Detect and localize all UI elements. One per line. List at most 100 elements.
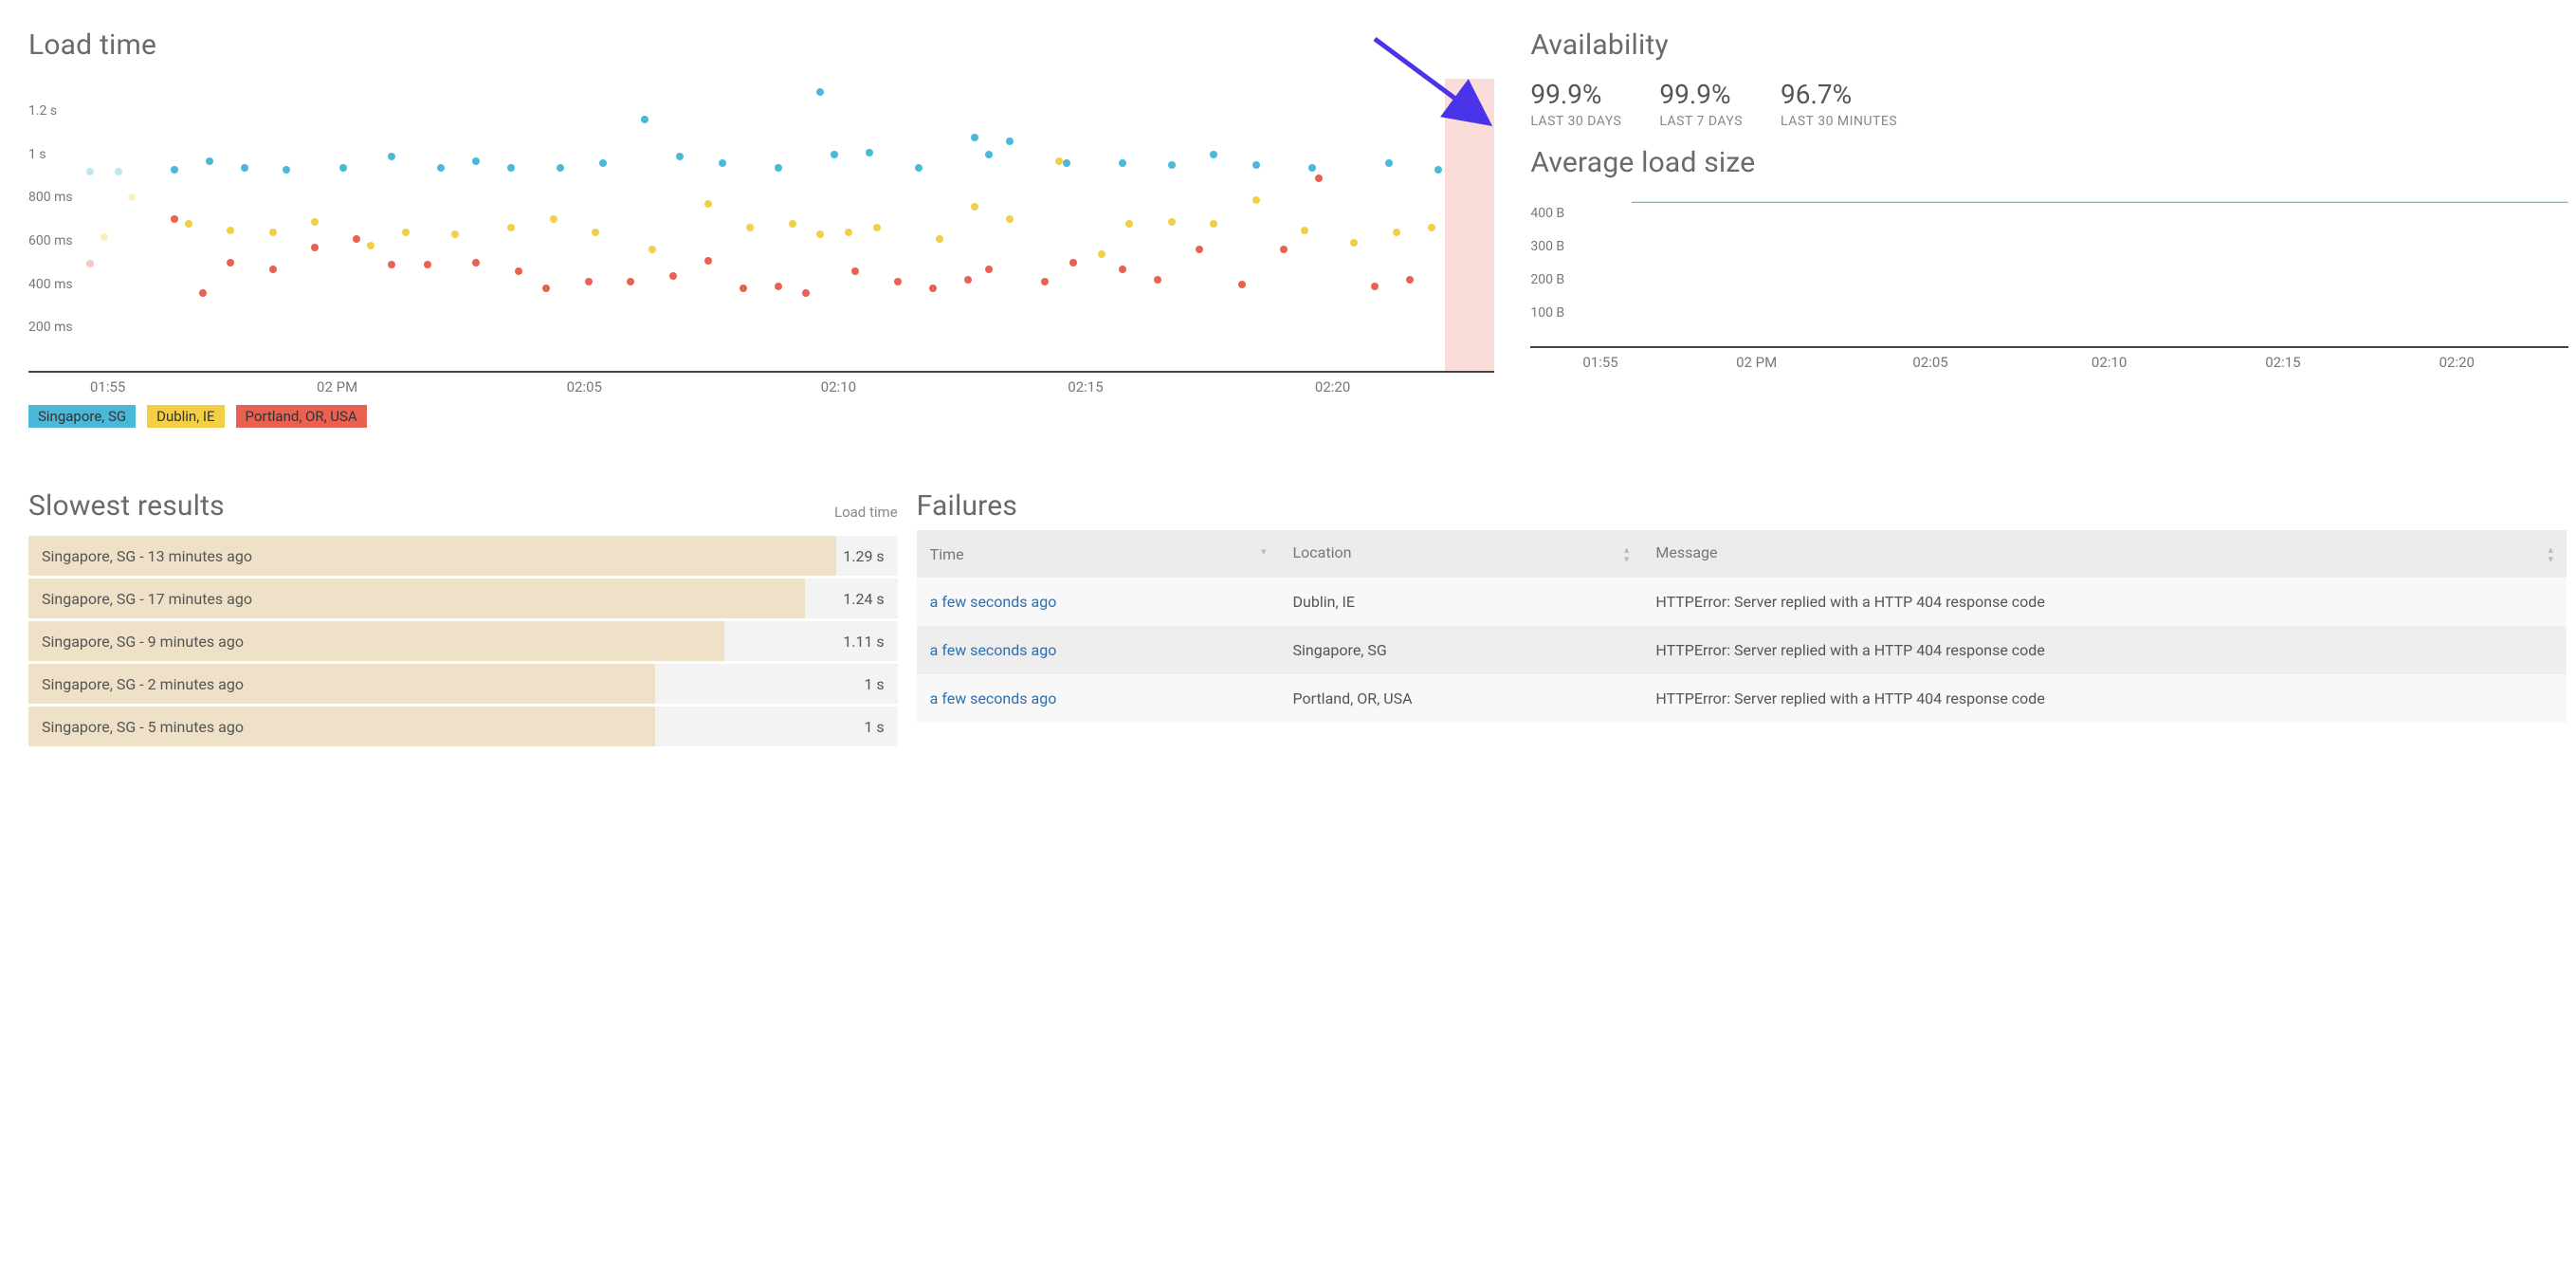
- data-point[interactable]: [388, 261, 395, 268]
- data-point[interactable]: [437, 164, 445, 172]
- load-time-chart[interactable]: 1.2 s1 s800 ms600 ms400 ms200 ms: [28, 79, 1494, 373]
- data-point[interactable]: [227, 259, 234, 266]
- failures-row[interactable]: a few seconds agoPortland, OR, USAHTTPEr…: [917, 674, 2567, 723]
- data-point[interactable]: [199, 289, 207, 297]
- data-point[interactable]: [424, 261, 431, 268]
- failures-column-header[interactable]: Location▴▾: [1280, 530, 1643, 578]
- data-point[interactable]: [241, 164, 248, 172]
- slowest-row[interactable]: Singapore, SG - 9 minutes ago1.11 s: [28, 621, 898, 661]
- data-point[interactable]: [985, 151, 993, 158]
- legend-item[interactable]: Dublin, IE: [147, 405, 224, 428]
- data-point[interactable]: [507, 224, 515, 231]
- data-point[interactable]: [866, 149, 873, 156]
- data-point[interactable]: [185, 220, 192, 228]
- data-point[interactable]: [641, 116, 649, 123]
- failures-row[interactable]: a few seconds agoSingapore, SGHTTPError:…: [917, 626, 2567, 674]
- data-point[interactable]: [353, 235, 360, 243]
- data-point[interactable]: [1196, 246, 1203, 253]
- data-point[interactable]: [719, 159, 726, 167]
- data-point[interactable]: [1063, 159, 1070, 167]
- data-point[interactable]: [507, 164, 515, 172]
- data-point[interactable]: [704, 257, 712, 265]
- data-point[interactable]: [402, 229, 410, 236]
- data-point[interactable]: [1301, 227, 1308, 234]
- data-point[interactable]: [845, 229, 852, 236]
- data-point[interactable]: [227, 227, 234, 234]
- data-point[interactable]: [746, 224, 754, 231]
- data-point[interactable]: [1385, 159, 1393, 167]
- data-point[interactable]: [851, 267, 859, 275]
- data-point[interactable]: [1406, 276, 1414, 284]
- data-point[interactable]: [964, 276, 972, 284]
- data-point[interactable]: [269, 229, 277, 236]
- data-point[interactable]: [740, 285, 747, 292]
- data-point[interactable]: [1428, 224, 1435, 231]
- data-point[interactable]: [171, 215, 178, 223]
- data-point[interactable]: [1098, 250, 1105, 258]
- data-point[interactable]: [472, 259, 480, 266]
- data-point[interactable]: [1393, 229, 1400, 236]
- failure-time-link[interactable]: a few seconds ago: [930, 689, 1057, 707]
- data-point[interactable]: [515, 267, 522, 275]
- data-point[interactable]: [585, 278, 593, 285]
- data-point[interactable]: [789, 220, 796, 228]
- data-point[interactable]: [1119, 159, 1126, 167]
- data-point[interactable]: [816, 88, 824, 96]
- data-point[interactable]: [1238, 281, 1246, 288]
- data-point[interactable]: [1125, 220, 1133, 228]
- failures-column-header[interactable]: Time▾: [917, 530, 1280, 578]
- data-point[interactable]: [557, 164, 564, 172]
- data-point[interactable]: [669, 272, 677, 280]
- data-point[interactable]: [283, 166, 290, 174]
- data-point[interactable]: [627, 278, 634, 285]
- data-point[interactable]: [451, 230, 459, 238]
- data-point[interactable]: [802, 289, 810, 297]
- slowest-row[interactable]: Singapore, SG - 2 minutes ago1 s: [28, 664, 898, 704]
- data-point[interactable]: [1280, 246, 1288, 253]
- data-point[interactable]: [1210, 220, 1217, 228]
- data-point[interactable]: [472, 157, 480, 165]
- data-point[interactable]: [1069, 259, 1077, 266]
- data-point[interactable]: [339, 164, 347, 172]
- avg-load-size-chart[interactable]: 400 B300 B200 B100 B: [1530, 196, 2568, 348]
- data-point[interactable]: [873, 224, 881, 231]
- data-point[interactable]: [1210, 151, 1217, 158]
- data-point[interactable]: [311, 218, 319, 226]
- data-point[interactable]: [128, 193, 136, 201]
- data-point[interactable]: [1055, 157, 1063, 165]
- data-point[interactable]: [1315, 175, 1323, 182]
- data-point[interactable]: [1119, 266, 1126, 273]
- data-point[interactable]: [542, 285, 550, 292]
- data-point[interactable]: [1371, 283, 1379, 290]
- data-point[interactable]: [971, 203, 978, 211]
- data-point[interactable]: [599, 159, 607, 167]
- data-point[interactable]: [1168, 218, 1176, 226]
- data-point[interactable]: [649, 246, 656, 253]
- data-point[interactable]: [388, 153, 395, 160]
- data-point[interactable]: [894, 278, 902, 285]
- data-point[interactable]: [1252, 196, 1260, 204]
- data-point[interactable]: [269, 266, 277, 273]
- data-point[interactable]: [985, 266, 993, 273]
- data-point[interactable]: [171, 166, 178, 174]
- data-point[interactable]: [1308, 164, 1316, 172]
- data-point[interactable]: [1154, 276, 1161, 284]
- data-point[interactable]: [206, 157, 213, 165]
- data-point[interactable]: [936, 235, 943, 243]
- failures-column-header[interactable]: Message▴▾: [1642, 530, 2567, 578]
- data-point[interactable]: [775, 283, 782, 290]
- legend-item[interactable]: Portland, OR, USA: [236, 405, 367, 428]
- failures-row[interactable]: a few seconds agoDublin, IEHTTPError: Se…: [917, 578, 2567, 626]
- data-point[interactable]: [86, 260, 94, 267]
- data-point[interactable]: [775, 164, 782, 172]
- data-point[interactable]: [1168, 161, 1176, 169]
- slowest-row[interactable]: Singapore, SG - 13 minutes ago1.29 s: [28, 536, 898, 576]
- data-point[interactable]: [1006, 215, 1014, 223]
- data-point[interactable]: [1434, 166, 1442, 174]
- data-point[interactable]: [100, 233, 108, 241]
- data-point[interactable]: [915, 164, 923, 172]
- data-point[interactable]: [1252, 161, 1260, 169]
- failure-time-link[interactable]: a few seconds ago: [930, 641, 1057, 659]
- data-point[interactable]: [550, 215, 557, 223]
- data-point[interactable]: [1350, 239, 1358, 247]
